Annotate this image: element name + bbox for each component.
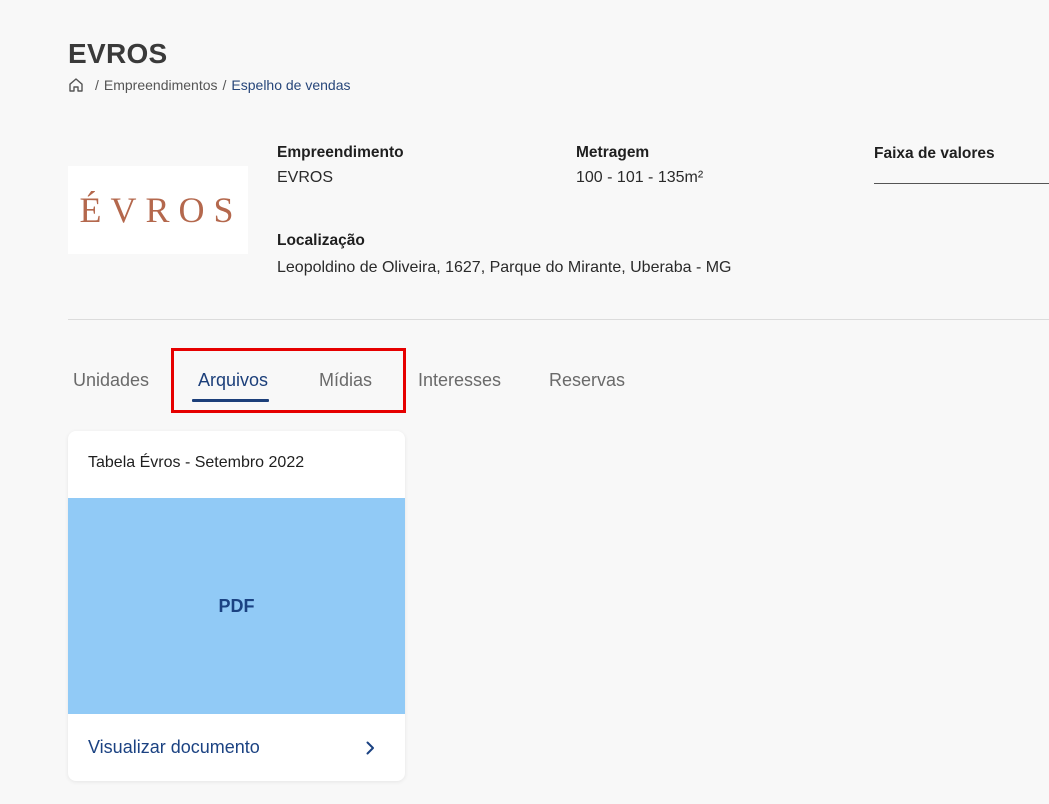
file-title: Tabela Évros - Setembro 2022	[88, 454, 305, 471]
localizacao-label: Localização	[277, 232, 365, 249]
empreendimento-label: Empreendimento	[277, 144, 404, 161]
section-divider	[68, 319, 1049, 320]
view-document-button[interactable]: Visualizar documento	[68, 714, 405, 781]
breadcrumb-separator: /	[222, 77, 227, 93]
project-logo: ÉVROS	[68, 166, 248, 254]
view-document-label: Visualizar documento	[88, 737, 260, 757]
faixa-de-valores-label: Faixa de valores	[874, 145, 995, 162]
faixa-de-valores-underline	[874, 183, 1049, 184]
tab-bar: Unidades Arquivos Mídias Interesses Rese…	[0, 368, 1049, 408]
tab-reservas[interactable]: Reservas	[549, 368, 625, 402]
chevron-right-icon	[363, 741, 377, 755]
home-icon[interactable]	[68, 77, 84, 93]
page-title: EVROS	[68, 38, 168, 69]
file-type-label: PDF	[218, 595, 255, 616]
tab-unidades[interactable]: Unidades	[73, 368, 149, 402]
empreendimento-value: EVROS	[277, 169, 334, 186]
breadcrumb-separator: /	[95, 77, 99, 93]
logo-text: ÉVROS	[79, 190, 243, 230]
localizacao-value: Leopoldino de Oliveira, 1627, Parque do …	[277, 259, 732, 276]
breadcrumb-item-empreendimentos[interactable]: Empreendimentos	[104, 77, 218, 93]
metragem-value: 100 - 101 - 135m²	[576, 169, 704, 186]
tab-interesses[interactable]: Interesses	[418, 368, 501, 402]
highlight-annotation-box	[171, 348, 406, 413]
metragem-label: Metragem	[576, 144, 650, 161]
breadcrumb-item-espelho-de-vendas: Espelho de vendas	[231, 77, 351, 93]
file-card: Tabela Évros - Setembro 2022 PDF Visuali…	[68, 431, 405, 781]
file-preview[interactable]: PDF	[68, 498, 405, 714]
breadcrumb: / Empreendimentos / Espelho de vendas	[68, 77, 351, 93]
